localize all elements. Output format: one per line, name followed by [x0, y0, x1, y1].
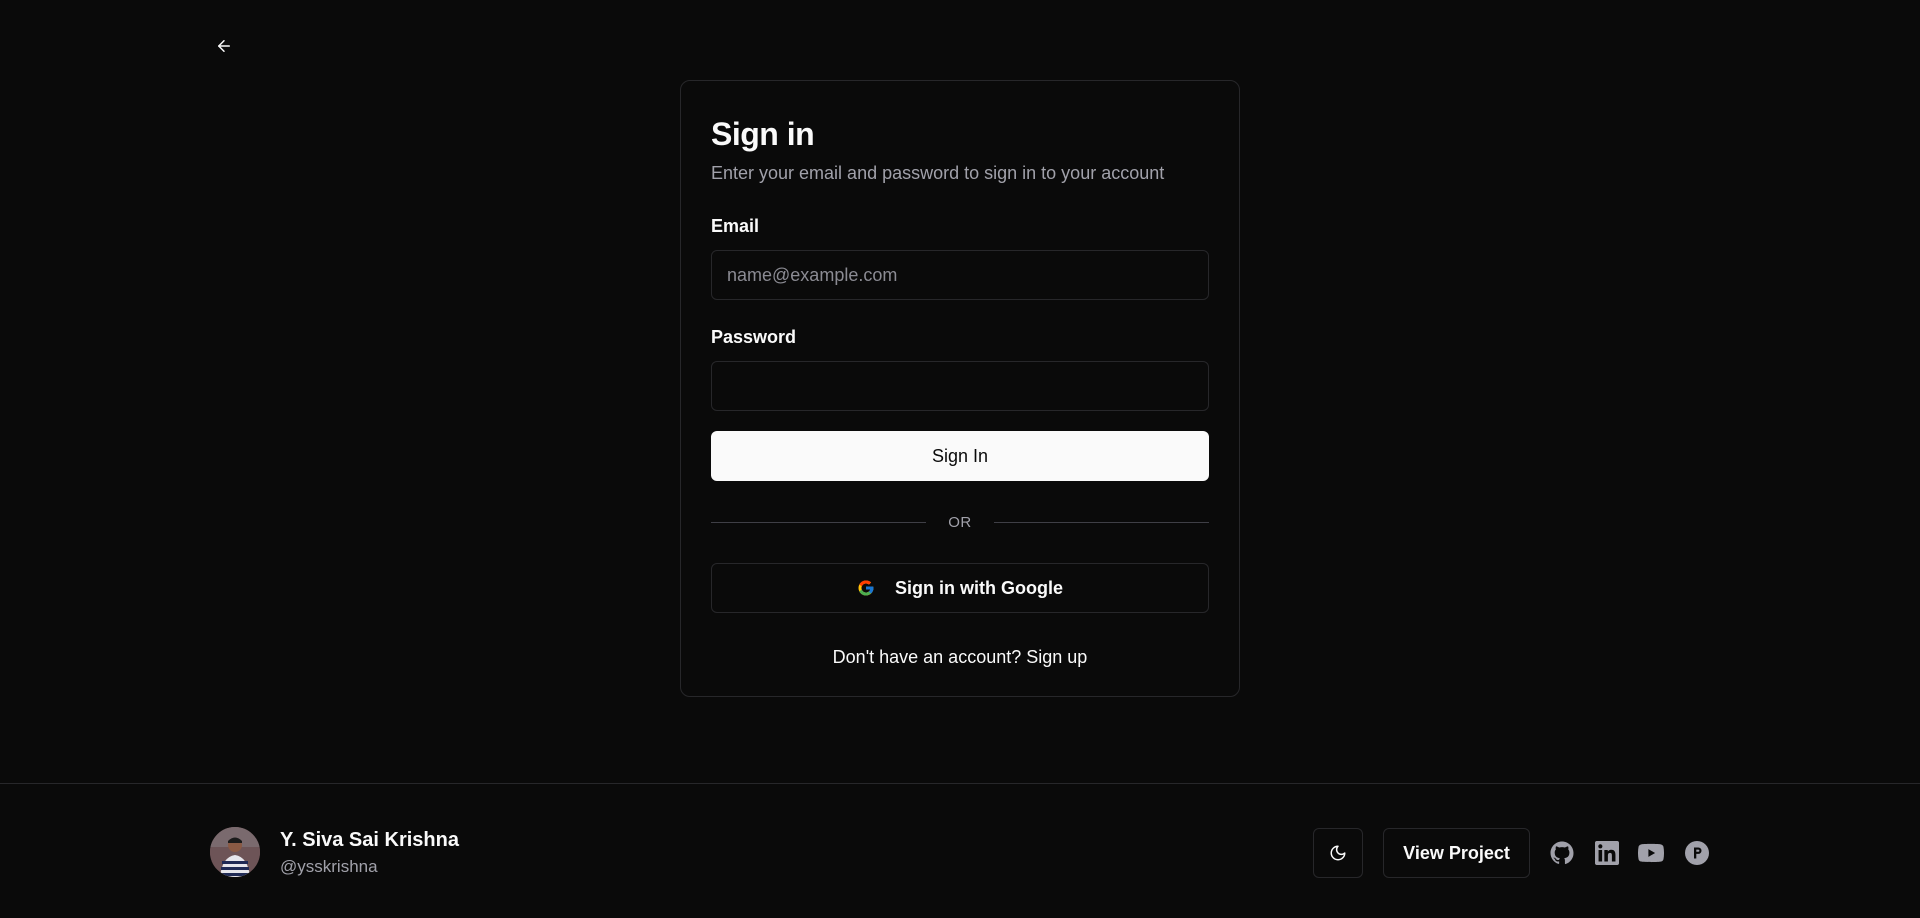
password-field[interactable] [711, 361, 1209, 411]
signup-row: Don't have an account? Sign up [711, 645, 1209, 669]
arrow-left-icon [218, 40, 230, 52]
google-button-label: Sign in with Google [895, 577, 1063, 598]
page-subtitle: Enter your email and password to sign in… [711, 163, 1165, 183]
google-icon [858, 580, 874, 596]
producthunt-link[interactable] [1684, 840, 1710, 866]
divider-text: OR [948, 513, 972, 531]
view-project-button[interactable]: View Project [1383, 828, 1530, 878]
footer: Y. Siva Sai Krishna @ysskrishna View Pro… [0, 783, 1920, 918]
moon-icon [1330, 845, 1346, 861]
youtube-link[interactable] [1638, 840, 1664, 866]
producthunt-icon [1685, 841, 1709, 865]
user-name: Y. Siva Sai Krishna [280, 829, 459, 851]
github-link[interactable] [1549, 840, 1575, 866]
signup-prompt: Don't have an account? [832, 647, 1022, 667]
sign-in-button[interactable]: Sign In [711, 431, 1209, 481]
back-button[interactable] [210, 32, 238, 60]
or-divider: OR [711, 511, 1209, 533]
youtube-icon [1638, 843, 1664, 863]
github-icon [1550, 841, 1574, 865]
email-label: Email [711, 216, 760, 236]
signin-card: Sign in Enter your email and password to… [680, 80, 1240, 697]
email-field[interactable] [711, 250, 1209, 300]
theme-toggle-button[interactable] [1313, 828, 1363, 878]
signup-link[interactable]: Sign up [1026, 647, 1087, 667]
page-title: Sign in [711, 116, 815, 152]
divider-line-right [993, 521, 1209, 523]
linkedin-link[interactable] [1594, 840, 1620, 866]
password-label: Password [711, 327, 797, 347]
linkedin-icon [1595, 841, 1619, 865]
divider-line-left [711, 521, 927, 523]
avatar [210, 827, 260, 877]
user-handle: @ysskrishna [280, 857, 378, 876]
google-signin-button[interactable]: Sign in with Google [711, 563, 1209, 613]
avatar-image [210, 827, 260, 877]
